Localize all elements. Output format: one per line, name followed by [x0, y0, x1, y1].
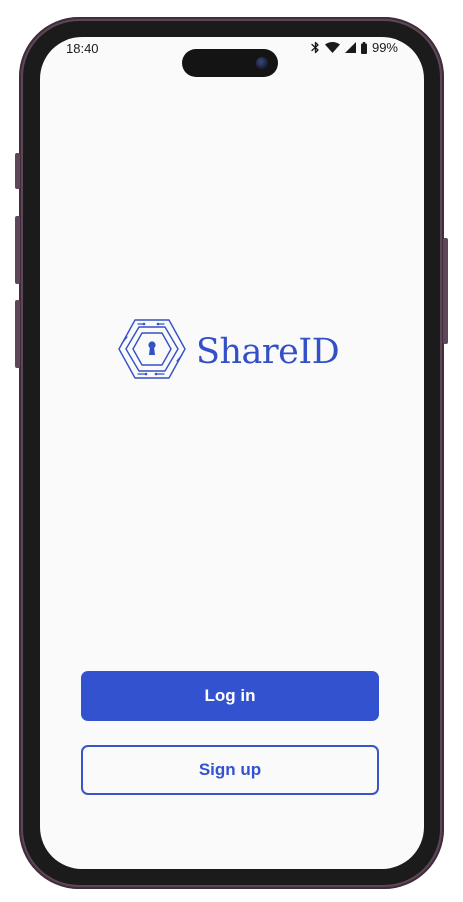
- status-icons: 99%: [311, 40, 398, 55]
- volume-down-button: [15, 300, 20, 368]
- logo-wordmark: ShareID: [196, 331, 340, 372]
- hexagon-keyhole-icon: [118, 317, 186, 386]
- volume-up-button: [15, 216, 20, 284]
- signup-button[interactable]: Sign up: [81, 745, 379, 795]
- status-time: 18:40: [66, 41, 99, 56]
- wifi-icon: [324, 42, 340, 53]
- action-button: [15, 153, 20, 189]
- app-logo: ShareID: [118, 317, 340, 386]
- battery-icon: [360, 41, 367, 54]
- power-button: [443, 238, 448, 344]
- dynamic-island: [182, 49, 278, 77]
- front-camera-icon: [256, 57, 268, 69]
- login-button[interactable]: Log in: [81, 671, 379, 721]
- signup-button-label: Sign up: [198, 760, 262, 779]
- bluetooth-icon: [311, 41, 320, 54]
- app-screen: 18:40 99% ShareID Log in Sign up: [40, 37, 424, 869]
- cellular-signal-icon: [344, 42, 356, 53]
- battery-percent: 99%: [371, 40, 398, 55]
- login-button-label: Log in: [204, 686, 256, 705]
